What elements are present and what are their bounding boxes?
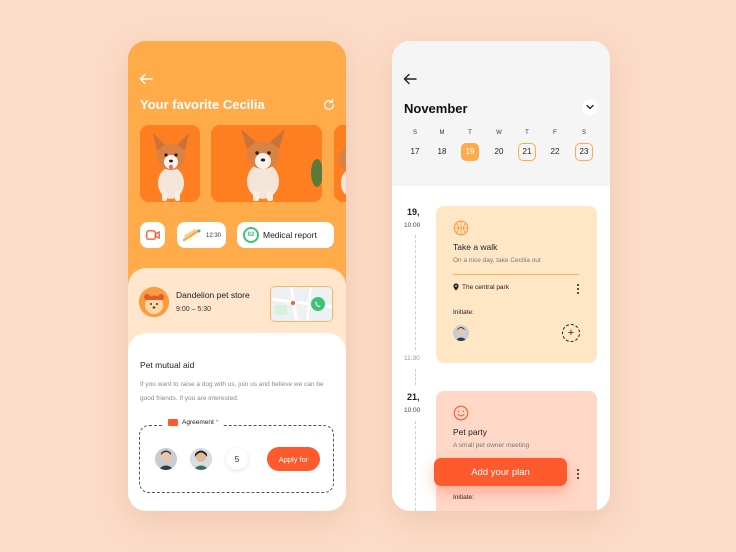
agreement-box: Agreement * 5 Apply for [139, 419, 334, 493]
calendar-day-marked[interactable]: 21 [518, 143, 536, 161]
store-name: Dandelion pet store [176, 290, 250, 300]
pet-photo[interactable] [140, 125, 200, 202]
weekday-label: M [439, 130, 445, 136]
event-subtitle: A small pet owner meeting [453, 442, 530, 449]
person-avatar-icon [155, 448, 177, 470]
apply-button[interactable]: Apply for [267, 447, 320, 471]
participant-count: 5 [226, 448, 248, 470]
timeline-line [415, 235, 416, 350]
weekday-label: W [496, 130, 502, 136]
event-start-time: 10:00 [404, 407, 421, 414]
event-location-label: The central park [462, 283, 509, 291]
store-map[interactable] [270, 286, 333, 322]
corgi-photo-image [334, 125, 346, 202]
calendar-header: November S M T W T F S 17 18 19 20 21 22… [392, 41, 610, 186]
avatar[interactable] [190, 448, 212, 470]
event-date: 19, [407, 207, 420, 217]
mutual-aid-card: Pet mutual aid If you want to raise a do… [128, 333, 346, 511]
aid-description: If you want to raise a dog with us, join… [140, 381, 324, 402]
event-end-time: 11:30 [404, 355, 420, 362]
phone-icon[interactable] [311, 297, 325, 311]
pet-profile-screen: Your favorite Cecilia 12:30 82 Medical r… [128, 41, 346, 511]
event-card[interactable]: Pet party A small pet owner meeting Init… [436, 391, 597, 511]
person-avatar-icon [453, 325, 469, 341]
month-dropdown-button[interactable] [582, 99, 598, 115]
location-pin-icon [453, 283, 459, 291]
video-camera-icon [145, 230, 160, 240]
feeding-icon [183, 229, 201, 241]
chevron-down-icon [586, 104, 594, 110]
person-avatar-icon [190, 448, 212, 470]
page-title: Your favorite Cecilia [140, 97, 265, 112]
timeline-line [415, 421, 416, 511]
corgi-photo-image [140, 125, 200, 202]
more-options-icon[interactable] [575, 284, 581, 294]
event-location: The central park [453, 283, 509, 291]
agreement-label: Agreement [182, 419, 214, 426]
calendar-day-marked[interactable]: 23 [575, 143, 593, 161]
corgi-photo-image [211, 125, 322, 202]
medical-report-button[interactable]: 82 Medical report [237, 222, 334, 248]
add-plan-button[interactable]: Add your plan [434, 458, 567, 486]
refresh-icon[interactable] [322, 98, 336, 112]
calendar-day-selected[interactable]: 19 [461, 143, 479, 161]
smiley-icon [453, 405, 469, 421]
store-logo [139, 287, 169, 317]
arrow-left-icon[interactable] [402, 71, 418, 87]
required-mark: * [215, 419, 219, 426]
calendar-screen: November S M T W T F S 17 18 19 20 21 22… [392, 41, 610, 511]
calendar-day[interactable]: 17 [406, 143, 424, 161]
aid-title: Pet mutual aid [140, 360, 195, 370]
timeline-line [415, 369, 416, 385]
pet-photo[interactable] [211, 125, 322, 202]
divider [453, 274, 579, 275]
feeding-schedule-button[interactable]: 12:30 [177, 222, 226, 248]
weekday-label: T [525, 130, 529, 136]
video-call-button[interactable] [140, 222, 165, 248]
avatar[interactable] [453, 325, 469, 341]
weekday-label: S [581, 130, 586, 136]
store-hours: 9:00 – 5:30 [176, 306, 212, 313]
initiate-label: Initiate: [453, 494, 474, 501]
pet-photo[interactable] [334, 125, 346, 202]
event-title: Take a walk [453, 242, 498, 252]
add-participant-button[interactable]: + [562, 324, 580, 342]
medical-score-badge: 82 [243, 227, 259, 243]
basketball-icon [453, 220, 469, 236]
arrow-left-icon[interactable] [138, 71, 154, 87]
event-date: 21, [407, 392, 420, 402]
calendar-day[interactable]: 18 [433, 143, 451, 161]
event-title: Pet party [453, 427, 488, 437]
more-options-icon[interactable] [575, 469, 581, 479]
feed-time: 12:30 [205, 233, 221, 239]
medical-report-label: Medical report [263, 230, 317, 240]
avatar[interactable] [155, 448, 177, 470]
agreement-label-wrap: Agreement * [164, 419, 223, 426]
calendar-day[interactable]: 22 [546, 143, 564, 161]
month-title: November [404, 101, 468, 116]
initiate-label: Initiate: [453, 309, 474, 316]
weekday-label: T [468, 130, 472, 136]
bear-logo-icon [139, 287, 169, 317]
event-subtitle: On a nice day, take Cecilia out [453, 257, 541, 264]
weekday-label: S [412, 130, 417, 136]
profile-header: Your favorite Cecilia 12:30 82 Medical r… [128, 41, 346, 291]
folder-icon [168, 419, 178, 426]
weekday-label: F [553, 130, 557, 136]
calendar-day[interactable]: 20 [490, 143, 508, 161]
event-start-time: 10:00 [404, 222, 421, 229]
event-card[interactable]: Take a walk On a nice day, take Cecilia … [436, 206, 597, 363]
